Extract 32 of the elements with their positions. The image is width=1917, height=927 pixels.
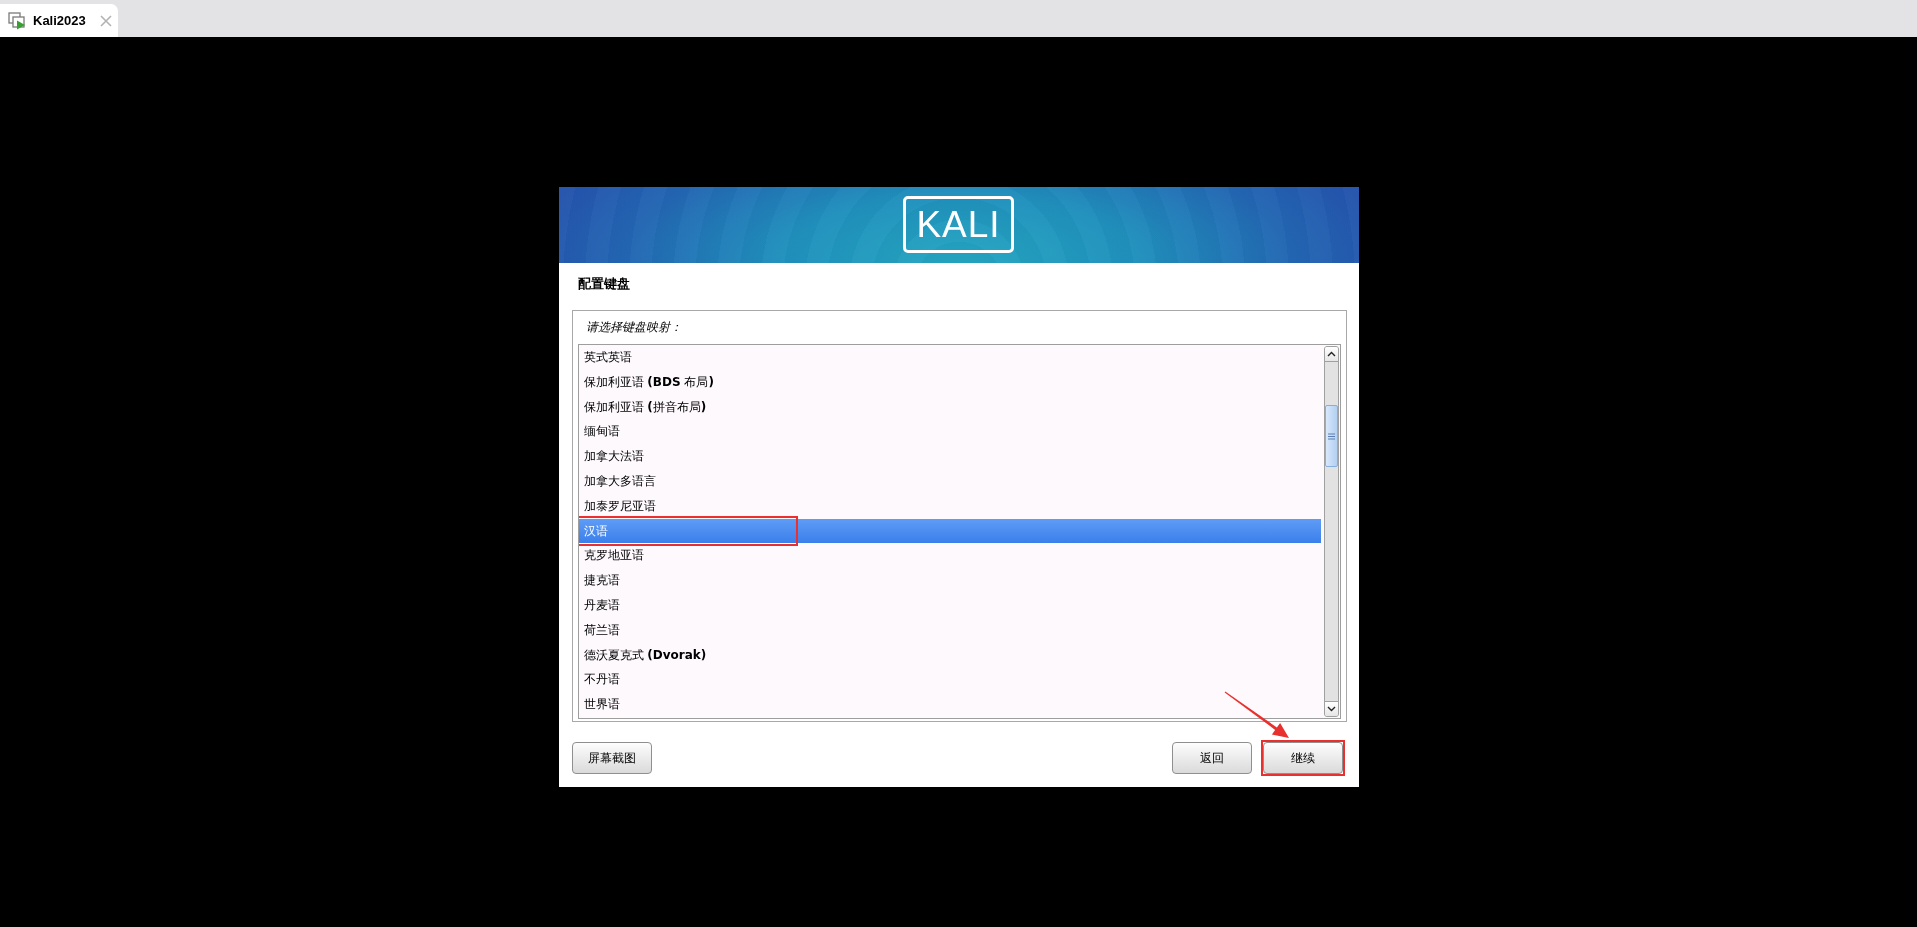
list-item[interactable]: 保加利亚语 (BDS 布局) [578,369,1321,395]
option-list[interactable]: 英式英语 保加利亚语 (BDS 布局) 保加利亚语 (拼音布局) 缅甸语 加拿大法语 加拿大多语言 加泰罗尼亚语 汉语 克罗地亚语 捷克语 丹麦语 荷兰语 德沃夏克式 (Dvorak) 不丹语 世界语 [577,344,1341,719]
list-item[interactable]: 加拿大多语言 [578,469,1321,494]
list-item[interactable]: 加拿大法语 [578,444,1321,469]
grip-icon [1327,432,1335,440]
action-button[interactable]: 返回 [1171,742,1252,774]
list-item[interactable]: 克罗地亚语 [578,543,1321,569]
logo-wordmark: KALI [903,196,1014,253]
caret-up-icon [1326,351,1336,357]
dialog-title: 配置键盘 [577,275,630,293]
caret-down-icon [1326,706,1336,712]
vm-tab[interactable]: Kali2023 [0,4,118,37]
list-item[interactable]: 丹麦语 [578,592,1321,618]
scroll-up-button[interactable] [1324,347,1338,362]
prompt-label: 请选择键盘映射： [585,319,682,336]
scroll-down-button[interactable] [1324,701,1338,716]
list-item[interactable]: 缅甸语 [578,419,1321,445]
action-button[interactable]: 屏幕截图 [571,742,652,774]
list-item[interactable]: 英式英语 [578,345,1321,370]
scrollbar[interactable] [1323,346,1339,717]
action-button[interactable]: 继续 [1262,742,1343,774]
list-item[interactable]: 世界语 [578,692,1321,717]
list-item[interactable]: 保加利亚语 (拼音布局) [578,394,1321,420]
list-item[interactable]: 不丹语 [578,667,1321,693]
list-item[interactable]: 荷兰语 [578,617,1321,643]
scrollbar-thumb[interactable] [1324,405,1338,467]
list-item[interactable]: 捷克语 [578,568,1321,593]
list-item[interactable]: 德沃夏克式 (Dvorak) [578,642,1321,668]
close-icon[interactable] [100,14,112,27]
pointer-arrow [1222,690,1291,740]
vm-play-icon [8,11,28,30]
list-item[interactable]: 加泰罗尼亚语 [578,493,1321,519]
